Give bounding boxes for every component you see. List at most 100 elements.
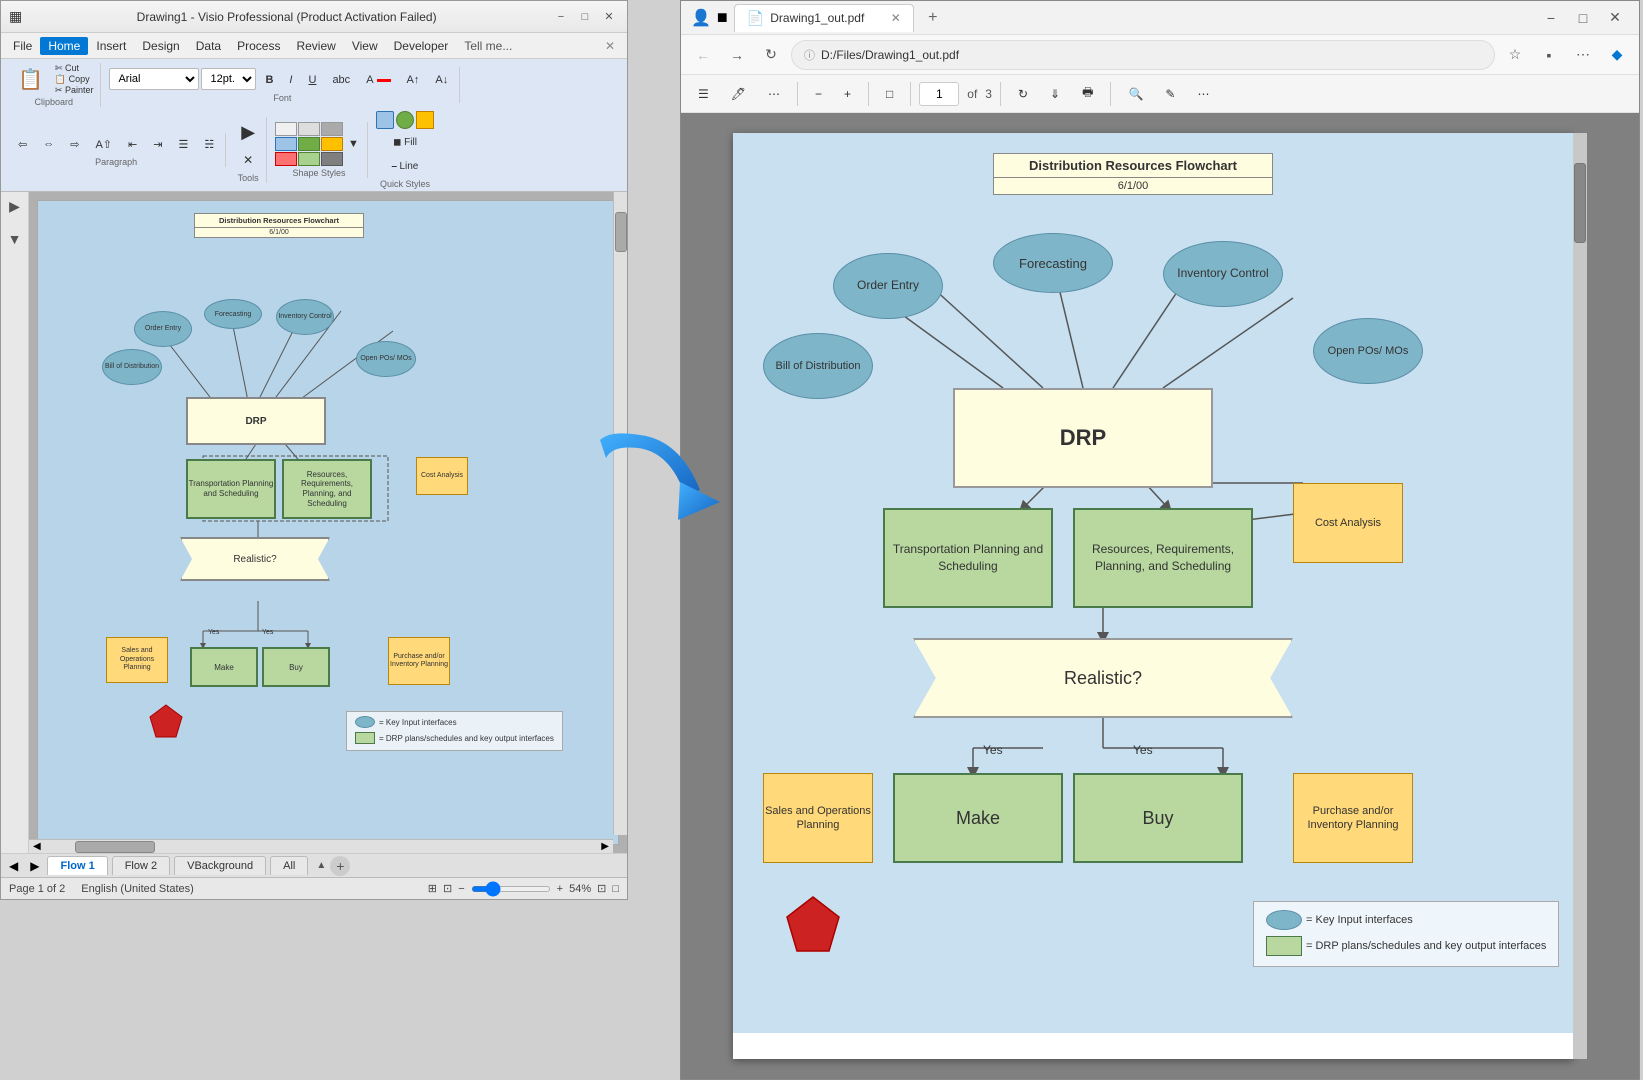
quick-style-2[interactable]: [396, 111, 414, 129]
menu-review[interactable]: Review: [288, 37, 343, 55]
zoom-out-button[interactable]: −: [458, 883, 464, 895]
fullscreen-button[interactable]: □: [612, 883, 619, 895]
collections-button[interactable]: ▪: [1535, 41, 1563, 69]
style-swatch-5[interactable]: [298, 137, 320, 151]
tab-scroll-right[interactable]: ▶: [26, 859, 43, 873]
menu-home[interactable]: Home: [40, 37, 88, 55]
menu-process[interactable]: Process: [229, 37, 288, 55]
zoom-out-pdf[interactable]: −: [806, 81, 831, 107]
view-page-icon[interactable]: ⊡: [443, 882, 452, 895]
menu-tell-me[interactable]: Tell me...: [456, 37, 520, 55]
tab-all[interactable]: All: [270, 856, 308, 875]
pdf-more-tools[interactable]: ⋯: [759, 81, 789, 107]
more-styles-button[interactable]: ▼: [347, 122, 363, 166]
pdf-tab[interactable]: 📄 Drawing1_out.pdf ✕: [734, 4, 914, 32]
download-pdf[interactable]: ⇓: [1041, 81, 1069, 107]
close-button[interactable]: ✕: [599, 7, 619, 27]
bullets-button[interactable]: ☰: [171, 133, 195, 155]
add-tab-button[interactable]: +: [330, 856, 350, 876]
extensions-icon[interactable]: ■: [717, 7, 728, 28]
search-pdf[interactable]: 🔍: [1119, 81, 1152, 107]
style-swatch-1[interactable]: [275, 122, 297, 136]
copy-button[interactable]: 📋 Copy: [52, 74, 97, 84]
pdf-nav-menu[interactable]: ☰: [689, 81, 718, 107]
menu-data[interactable]: Data: [188, 37, 229, 55]
new-tab-button[interactable]: +: [920, 5, 946, 31]
print-pdf[interactable]: 🖶: [1073, 81, 1102, 107]
zoom-slider[interactable]: [471, 886, 551, 892]
edge-icon[interactable]: ◆: [1603, 41, 1631, 69]
strikethrough-button[interactable]: abc: [325, 69, 357, 91]
close-ribbon[interactable]: ✕: [597, 37, 623, 55]
quick-style-1[interactable]: [376, 111, 394, 129]
back-button[interactable]: ←: [689, 41, 717, 69]
pdf-cursor-mode[interactable]: 🖊: [722, 81, 755, 107]
style-swatch-2[interactable]: [298, 122, 320, 136]
tab-flow1[interactable]: Flow 1: [47, 856, 107, 875]
font-color-button[interactable]: A: [359, 69, 397, 91]
minimize-button[interactable]: −: [551, 7, 571, 27]
browser-maximize[interactable]: □: [1569, 4, 1597, 32]
tab-flow2[interactable]: Flow 2: [112, 856, 170, 875]
increase-indent-button[interactable]: ⇥: [146, 133, 169, 155]
maximize-button[interactable]: □: [575, 7, 595, 27]
refresh-button[interactable]: ↻: [757, 41, 785, 69]
paste-button[interactable]: 📋: [11, 68, 50, 90]
view-normal-icon[interactable]: ⊞: [428, 882, 437, 895]
underline-button[interactable]: U: [301, 69, 323, 91]
style-swatch-4[interactable]: [275, 137, 297, 151]
bold-button[interactable]: B: [258, 69, 280, 91]
horizontal-scroll-thumb[interactable]: [75, 841, 155, 853]
grow-text-button[interactable]: A⇧: [88, 133, 119, 155]
fit-page-pdf[interactable]: □: [877, 81, 902, 107]
menu-developer[interactable]: Developer: [386, 37, 457, 55]
style-swatch-6[interactable]: [321, 137, 343, 151]
pdf-scroll-thumb[interactable]: [1574, 163, 1586, 243]
decrease-indent-button[interactable]: ⇤: [121, 133, 144, 155]
grow-font-button[interactable]: A↑: [400, 69, 427, 91]
connection-tool-button[interactable]: ✕: [236, 149, 260, 171]
italic-button[interactable]: I: [282, 69, 299, 91]
font-size-selector[interactable]: 12pt.: [201, 68, 256, 90]
annotate-pdf[interactable]: ✎: [1156, 81, 1184, 107]
scroll-right-button[interactable]: ▶: [597, 841, 613, 852]
zoom-in-button[interactable]: +: [557, 883, 563, 895]
page-number-input[interactable]: [919, 82, 959, 106]
menu-insert[interactable]: Insert: [88, 37, 134, 55]
more-options-button[interactable]: ⋯: [1569, 41, 1597, 69]
forward-button[interactable]: →: [723, 41, 751, 69]
menu-design[interactable]: Design: [134, 37, 187, 55]
align-right-button[interactable]: ⇨: [63, 133, 86, 155]
rotate-pdf[interactable]: ↻: [1009, 81, 1037, 107]
expand-button[interactable]: ▶: [7, 196, 22, 217]
pdf-vertical-scrollbar[interactable]: [1573, 133, 1587, 1059]
numbering-button[interactable]: ☵: [197, 133, 221, 155]
shrink-font-button[interactable]: A↓: [428, 69, 455, 91]
tab-vbackground[interactable]: VBackground: [174, 856, 266, 875]
vertical-scroll-thumb[interactable]: [615, 212, 627, 252]
style-swatch-8[interactable]: [298, 152, 320, 166]
align-center-button[interactable]: ⇔: [36, 133, 61, 155]
menu-file[interactable]: File: [5, 37, 40, 55]
style-swatch-9[interactable]: [321, 152, 343, 166]
font-selector[interactable]: Arial: [109, 68, 199, 90]
cut-button[interactable]: ✄ Cut: [52, 63, 97, 73]
pointer-tool-button[interactable]: ▶: [234, 117, 262, 147]
align-left-button[interactable]: ⇦: [11, 133, 34, 155]
shapes-panel-button[interactable]: ▼: [6, 229, 24, 249]
browser-avatar-icon[interactable]: 👤: [691, 8, 711, 28]
zoom-in-pdf[interactable]: +: [835, 81, 860, 107]
tab-scroll-left[interactable]: ◀: [5, 859, 22, 873]
more-pdf-options[interactable]: ⋯: [1188, 81, 1218, 107]
browser-minimize[interactable]: −: [1537, 4, 1565, 32]
style-swatch-7[interactable]: [275, 152, 297, 166]
line-button[interactable]: ⎯ Line: [385, 155, 426, 177]
quick-style-3[interactable]: [416, 111, 434, 129]
fill-button[interactable]: ◼ Fill: [386, 131, 424, 153]
style-swatch-3[interactable]: [321, 122, 343, 136]
address-bar[interactable]: ⓘ D:/Files/Drawing1_out.pdf: [791, 40, 1495, 70]
scroll-left-button[interactable]: ◀: [29, 841, 45, 852]
close-tab-button[interactable]: ✕: [891, 11, 901, 25]
menu-view[interactable]: View: [344, 37, 386, 55]
browser-close[interactable]: ✕: [1601, 4, 1629, 32]
